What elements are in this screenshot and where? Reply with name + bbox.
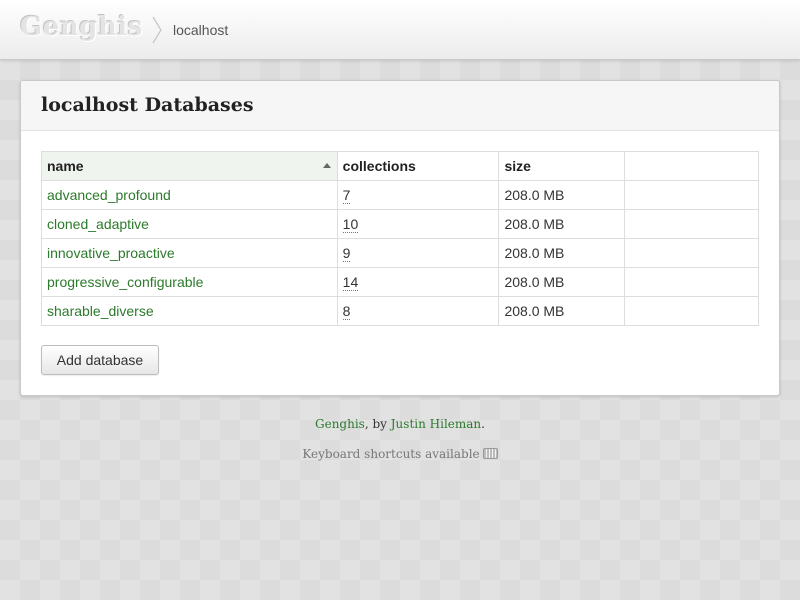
brand-logo[interactable]: Genghis	[20, 12, 143, 42]
row-actions-cell	[624, 296, 759, 326]
table-row: sharable_diverse 8 208.0 MB	[41, 296, 759, 326]
keyboard-shortcuts-text: Keyboard shortcuts available	[302, 447, 480, 461]
keyboard-icon	[482, 448, 498, 459]
collections-count: 7	[342, 187, 351, 204]
row-actions-cell	[624, 180, 759, 210]
row-actions-cell	[624, 238, 759, 268]
row-actions-cell	[624, 267, 759, 297]
keyboard-shortcuts-notice[interactable]: Keyboard shortcuts available	[0, 447, 800, 461]
database-link[interactable]: innovative_proactive	[47, 245, 175, 261]
author-link[interactable]: Justin Hileman	[391, 417, 481, 431]
panel-header: localhost Databases	[21, 81, 779, 131]
databases-panel: localhost Databases name collections siz…	[20, 80, 780, 396]
database-size: 208.0 MB	[498, 267, 626, 297]
database-link[interactable]: progressive_configurable	[47, 274, 203, 290]
collections-count: 10	[342, 216, 359, 233]
table-row: progressive_configurable 14 208.0 MB	[41, 267, 759, 297]
page-title: localhost Databases	[41, 94, 254, 116]
footer-credit: Genghis, by Justin Hileman.	[0, 417, 800, 431]
table-row: innovative_proactive 9 208.0 MB	[41, 238, 759, 268]
database-link[interactable]: sharable_diverse	[47, 303, 154, 319]
database-size: 208.0 MB	[498, 238, 626, 268]
credit-period: .	[481, 417, 485, 431]
database-link[interactable]: advanced_profound	[47, 187, 171, 203]
database-size: 208.0 MB	[498, 209, 626, 239]
column-header-size[interactable]: size	[498, 151, 626, 181]
database-size: 208.0 MB	[498, 180, 626, 210]
add-database-button[interactable]: Add database	[41, 345, 159, 375]
database-link[interactable]: cloned_adaptive	[47, 216, 149, 232]
column-header-label: collections	[342, 158, 416, 174]
column-header-actions	[624, 151, 759, 181]
genghis-link[interactable]: Genghis	[315, 417, 365, 431]
column-header-label: size	[504, 158, 531, 174]
breadcrumb-separator-icon	[152, 16, 162, 44]
column-header-name[interactable]: name	[41, 151, 338, 181]
row-actions-cell	[624, 209, 759, 239]
credit-text: , by	[364, 417, 391, 431]
databases-table: name collections size advanced_profound …	[41, 151, 759, 326]
table-header-row: name collections size	[41, 151, 759, 181]
sort-ascending-icon	[322, 163, 331, 168]
collections-count: 9	[342, 245, 351, 262]
table-row: cloned_adaptive 10 208.0 MB	[41, 209, 759, 239]
collections-count: 14	[342, 274, 359, 291]
column-header-label: name	[47, 158, 84, 174]
column-header-collections[interactable]: collections	[336, 151, 500, 181]
collections-count: 8	[342, 303, 351, 320]
breadcrumb-server[interactable]: localhost	[173, 22, 228, 38]
table-row: advanced_profound 7 208.0 MB	[41, 180, 759, 210]
database-size: 208.0 MB	[498, 296, 626, 326]
top-bar: Genghis localhost	[0, 0, 800, 60]
